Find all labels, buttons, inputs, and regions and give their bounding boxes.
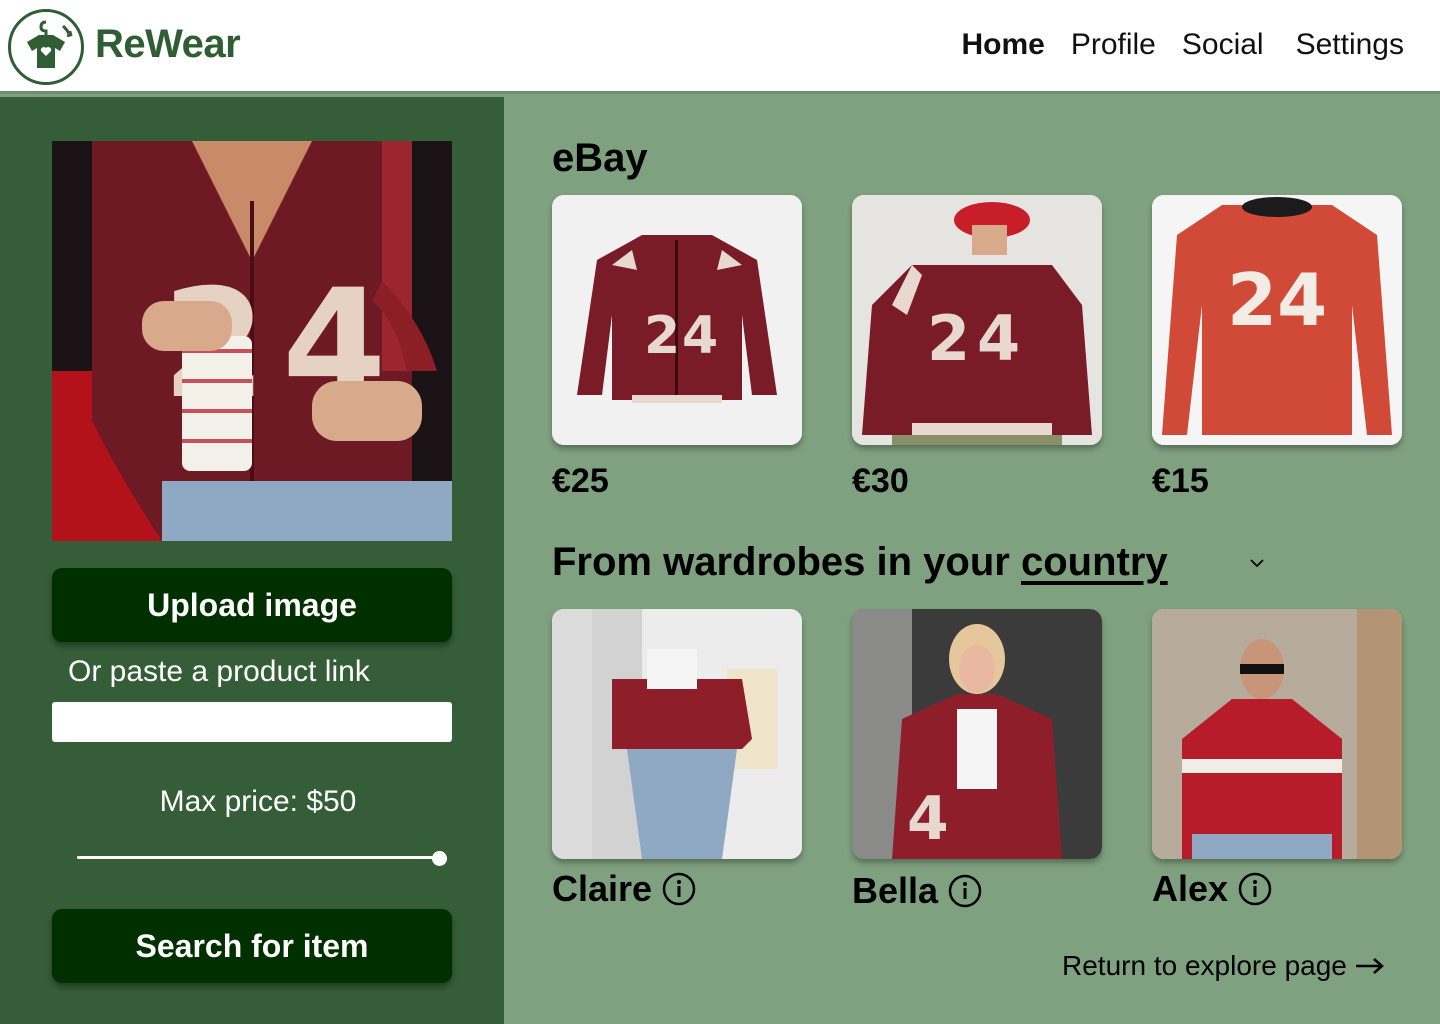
seller-name-claire: Claire (552, 868, 653, 909)
ebay-item-card-1[interactable]: 2 4 (552, 195, 802, 445)
red-sweatshirt-image: 24 (1152, 195, 1402, 445)
logo-hanger-shirt-icon[interactable] (8, 9, 84, 85)
svg-text:24: 24 (1227, 258, 1327, 342)
model-varsity-jacket-image: 2 4 (852, 195, 1102, 445)
seller-bella: Bella (852, 870, 982, 912)
ebay-section-title: eBay (552, 136, 648, 180)
product-link-input[interactable] (52, 702, 452, 742)
bella-outfit-image: 4 (852, 609, 1102, 859)
nav-settings[interactable]: Settings (1296, 28, 1404, 62)
claire-outfit-image (552, 609, 802, 859)
main-nav: Home Profile Social Settings (961, 28, 1404, 62)
app-logo-text[interactable]: ReWear (95, 22, 241, 67)
info-icon[interactable] (948, 874, 982, 908)
return-explore-link[interactable]: Return to explore page (1062, 950, 1385, 982)
ebay-item-price-1: €25 (552, 462, 609, 500)
svg-text:4: 4 (907, 784, 949, 854)
ebay-item-card-2[interactable]: 2 4 (852, 195, 1102, 445)
varsity-jacket-image: 2 4 (552, 195, 802, 445)
max-price-slider-thumb[interactable] (432, 851, 447, 866)
max-price-label: Max price: $50 (159, 785, 357, 818)
nav-profile[interactable]: Profile (1071, 28, 1156, 62)
upload-image-button[interactable]: Upload image (52, 568, 452, 642)
wardrobe-card-bella[interactable]: 4 (852, 609, 1102, 859)
chevron-down-icon[interactable] (1250, 556, 1264, 570)
seller-name-bella: Bella (852, 870, 939, 911)
return-explore-label: Return to explore page (1062, 950, 1347, 981)
seller-name-alex: Alex (1152, 868, 1229, 909)
uploaded-image-preview: 2 4 (52, 141, 452, 541)
seller-claire: Claire (552, 868, 696, 910)
svg-text:4: 4 (977, 302, 1020, 375)
country-dropdown-link[interactable]: country (1021, 540, 1168, 584)
info-icon[interactable] (662, 872, 696, 906)
ebay-item-card-3[interactable]: 24 (1152, 195, 1402, 445)
svg-text:2: 2 (927, 302, 970, 375)
wardrobe-card-alex[interactable] (1152, 609, 1402, 859)
info-icon[interactable] (1238, 872, 1272, 906)
search-item-button[interactable]: Search for item (52, 909, 452, 983)
seller-alex: Alex (1152, 868, 1272, 910)
max-price-slider-track[interactable] (77, 856, 441, 859)
nav-social[interactable]: Social (1182, 28, 1264, 62)
search-sidebar: 2 4 Upload image Or paste a product link… (0, 97, 504, 1024)
alex-outfit-image (1152, 609, 1402, 859)
wardrobes-section-title: From wardrobes in your country (552, 540, 1168, 585)
ebay-item-price-2: €30 (852, 462, 909, 500)
svg-text:4: 4 (682, 306, 718, 366)
header: ReWear Home Profile Social Settings (0, 0, 1440, 94)
arrow-right-icon (1355, 958, 1384, 974)
wardrobe-card-claire[interactable] (552, 609, 802, 859)
ebay-item-price-3: €15 (1152, 462, 1209, 500)
paste-link-label: Or paste a product link (68, 655, 370, 688)
wardrobes-title-prefix: From wardrobes in your (552, 540, 1021, 584)
nav-home[interactable]: Home (961, 28, 1044, 62)
svg-text:2: 2 (644, 306, 680, 366)
